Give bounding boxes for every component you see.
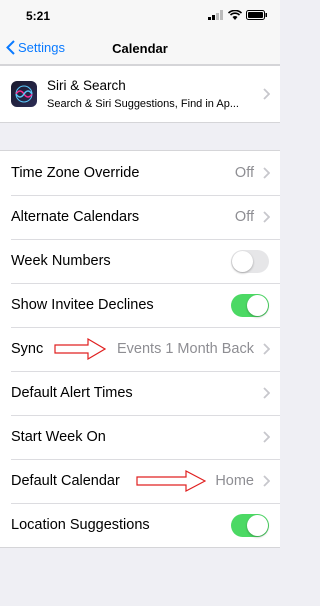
week-numbers-label: Week Numbers <box>11 253 111 269</box>
sync-label: Sync <box>11 341 44 357</box>
chevron-right-icon <box>263 211 270 223</box>
show-invitee-declines-row: Show Invitee Declines <box>0 283 280 327</box>
time-zone-override-value: Off <box>234 165 254 181</box>
start-week-on-row[interactable]: Start Week On <box>0 415 280 459</box>
chevron-right-icon <box>263 88 270 100</box>
default-calendar-row[interactable]: Default Calendar Home <box>0 459 280 503</box>
chevron-right-icon <box>263 475 270 487</box>
siri-icon <box>11 81 37 107</box>
location-suggestions-row: Location Suggestions <box>0 503 280 547</box>
wifi-icon <box>228 10 242 20</box>
chevron-right-icon <box>263 167 270 179</box>
status-icons <box>208 10 268 20</box>
chevron-right-icon <box>263 343 270 355</box>
show-invitee-declines-label: Show Invitee Declines <box>11 297 154 313</box>
default-alert-times-label: Default Alert Times <box>11 385 133 401</box>
week-numbers-toggle[interactable] <box>231 249 269 273</box>
siri-search-row[interactable]: Siri & Search Search & Siri Suggestions,… <box>0 66 280 122</box>
time-zone-override-row[interactable]: Time Zone Override Off <box>0 151 280 195</box>
start-week-on-label: Start Week On <box>11 429 106 445</box>
time-zone-override-label: Time Zone Override <box>11 165 140 181</box>
default-calendar-label: Default Calendar <box>11 473 120 489</box>
siri-group: Siri & Search Search & Siri Suggestions,… <box>0 65 280 123</box>
location-suggestions-label: Location Suggestions <box>11 517 150 533</box>
alternate-calendars-label: Alternate Calendars <box>11 209 140 225</box>
status-bar: 5:21 <box>0 0 280 34</box>
alternate-calendars-row[interactable]: Alternate Calendars Off <box>0 195 280 239</box>
default-alert-times-row[interactable]: Default Alert Times <box>0 371 280 415</box>
sync-row[interactable]: Sync Events 1 Month Back <box>0 327 280 371</box>
alternate-calendars-value: Off <box>234 209 254 225</box>
chevron-right-icon <box>263 431 270 443</box>
siri-title: Siri & Search <box>47 78 126 93</box>
annotation-arrow <box>54 338 106 360</box>
annotation-arrow <box>136 470 206 492</box>
status-time: 5:21 <box>26 9 51 23</box>
chevron-right-icon <box>263 387 270 399</box>
week-numbers-row: Week Numbers <box>0 239 280 283</box>
siri-subtitle: Search & Siri Suggestions, Find in Ap... <box>47 98 239 110</box>
location-suggestions-toggle[interactable] <box>231 513 269 537</box>
show-invitee-declines-toggle[interactable] <box>231 293 269 317</box>
navigation-bar: Settings Calendar <box>0 34 280 65</box>
signal-icon <box>208 10 223 20</box>
battery-icon <box>246 10 267 20</box>
calendar-settings-group: Time Zone Override Off Alternate Calenda… <box>0 150 280 548</box>
default-calendar-value: Home <box>215 473 254 489</box>
page-title: Calendar <box>112 41 168 56</box>
sync-value: Events 1 Month Back <box>116 341 254 357</box>
